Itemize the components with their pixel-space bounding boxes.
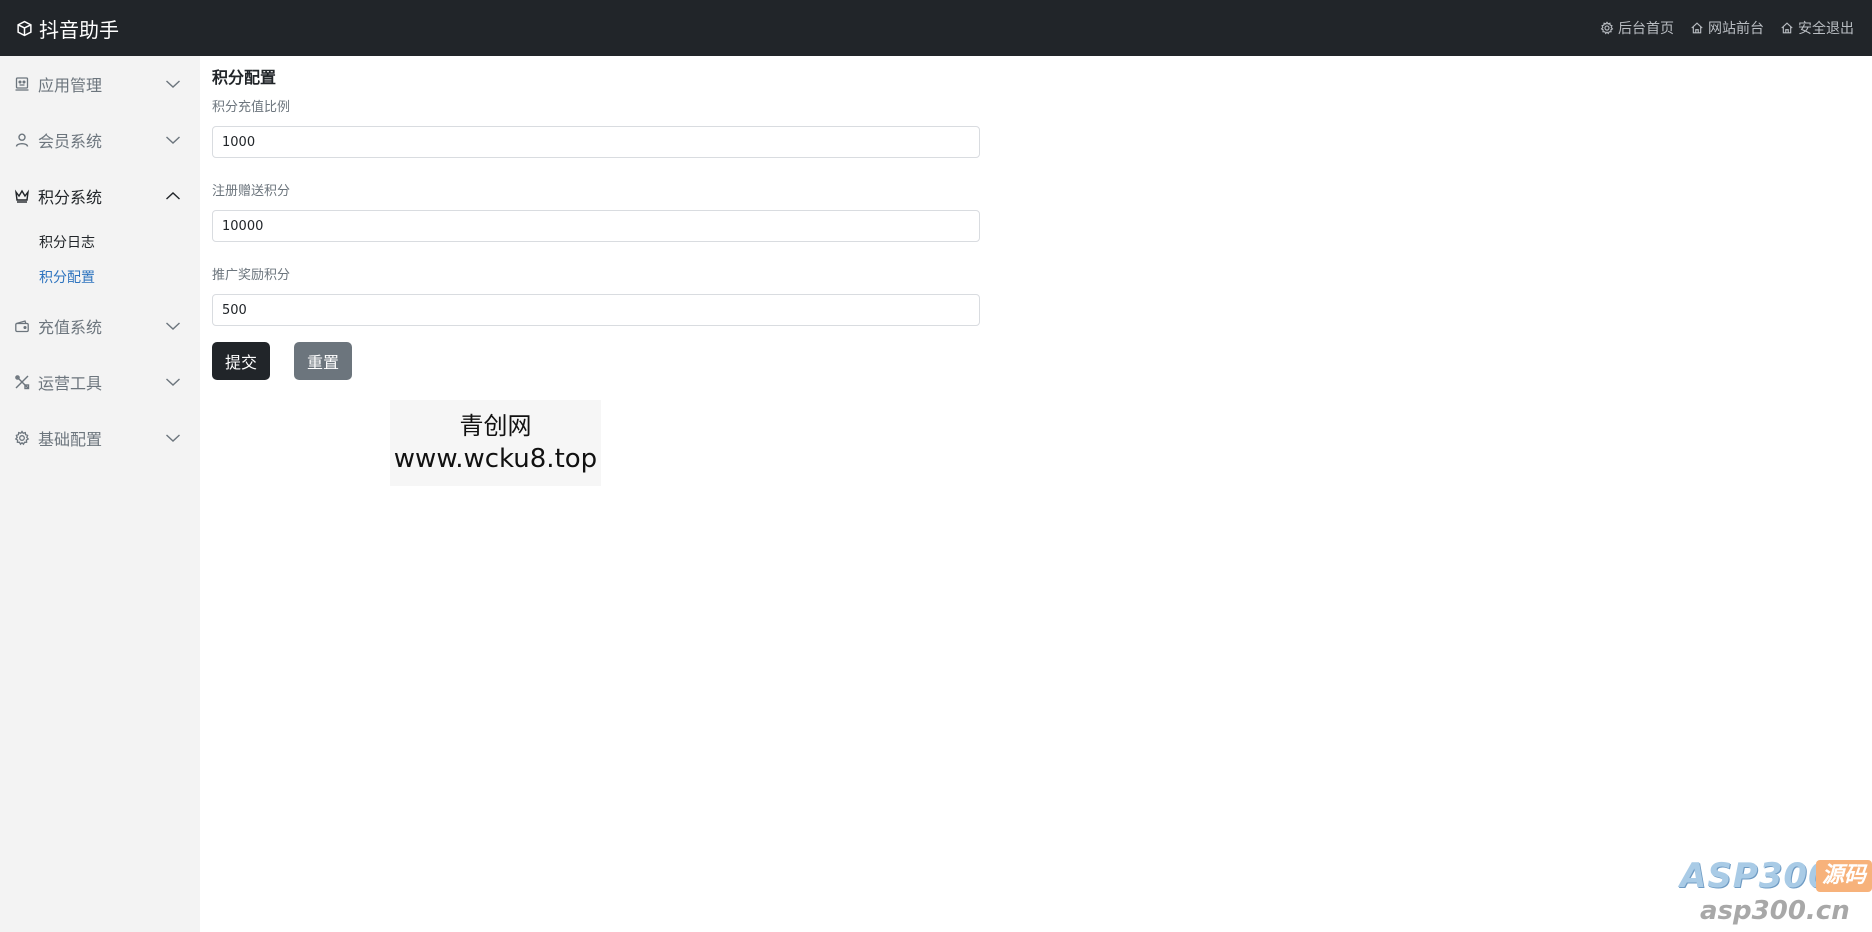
logo-badge: 源码	[1816, 860, 1872, 892]
page-title: 积分配置	[212, 68, 277, 87]
sidebar-group-app-management[interactable]: 应用管理	[0, 56, 200, 112]
sidebar: 应用管理 会员系统 积分系统 积分日志 积分配置 充值系统 运营工具 基础配置	[0, 56, 200, 932]
sidebar-group-label: 会员系统	[38, 132, 103, 151]
sidebar-group-recharge-system[interactable]: 充值系统	[0, 298, 200, 354]
user-icon	[15, 133, 29, 147]
watermark-line2: www.wcku8.top	[393, 444, 598, 474]
points-ratio-label: 积分充值比例	[212, 100, 291, 115]
sidebar-group-label: 运营工具	[38, 374, 103, 393]
admin-home-link[interactable]: 后台首页	[1600, 18, 1674, 38]
admin-home-label: 后台首页	[1618, 21, 1674, 37]
reset-button[interactable]: 重置	[294, 342, 352, 380]
referral-reward-label: 推广奖励积分	[212, 268, 291, 283]
chevron-down-icon	[166, 80, 180, 88]
chevron-down-icon	[166, 434, 180, 442]
logout-link[interactable]: 安全退出	[1780, 18, 1854, 38]
sidebar-group-operation-tools[interactable]: 运营工具	[0, 354, 200, 410]
corner-logo: ASP300 源码 asp300.cn	[1676, 852, 1872, 932]
brand-title: 抖音助手	[39, 17, 119, 42]
sidebar-group-points-system[interactable]: 积分系统	[0, 168, 200, 224]
chevron-up-icon	[166, 192, 180, 200]
sidebar-group-basic-config[interactable]: 基础配置	[0, 410, 200, 466]
cube-icon	[17, 20, 32, 36]
home-icon	[1781, 22, 1793, 34]
brand[interactable]: 抖音助手	[16, 14, 119, 43]
gear-icon	[1600, 21, 1614, 35]
gear-icon	[14, 430, 30, 446]
crown-icon	[14, 189, 30, 203]
home-icon	[1691, 22, 1703, 34]
sidebar-group-label: 充值系统	[38, 318, 103, 337]
watermark-line1: 青创网	[459, 412, 532, 440]
referral-reward-input[interactable]	[212, 294, 980, 326]
register-bonus-label: 注册赠送积分	[212, 184, 291, 199]
chevron-down-icon	[166, 322, 180, 330]
sidebar-group-member-system[interactable]: 会员系统	[0, 112, 200, 168]
submit-button[interactable]: 提交	[212, 342, 270, 380]
site-front-label: 网站前台	[1708, 21, 1764, 37]
sidebar-group-label: 积分系统	[38, 188, 103, 207]
logo-sub-text: asp300.cn	[1700, 896, 1850, 926]
top-navbar: 抖音助手 后台首页 网站前台 安全退出	[0, 0, 1872, 56]
sidebar-item-points-config[interactable]: 积分配置	[0, 259, 200, 294]
watermark: 青创网 www.wcku8.top	[390, 400, 601, 486]
top-links: 后台首页 网站前台 安全退出	[1600, 18, 1854, 38]
form-actions: 提交 重置	[212, 342, 1012, 380]
sidebar-group-label: 基础配置	[38, 430, 103, 449]
register-bonus-input[interactable]	[212, 210, 980, 242]
points-submenu: 积分日志 积分配置	[0, 224, 200, 298]
robot-icon	[15, 77, 29, 91]
wallet-icon	[15, 320, 29, 333]
chevron-down-icon	[166, 378, 180, 386]
points-ratio-input[interactable]	[212, 126, 980, 158]
chevron-down-icon	[166, 136, 180, 144]
tools-icon	[15, 375, 30, 390]
logo-main-text: ASP300	[1680, 856, 1833, 896]
main-content: 积分配置 积分充值比例 注册赠送积分 推广奖励积分 提交 重置	[212, 56, 1012, 380]
site-front-link[interactable]: 网站前台	[1690, 18, 1764, 38]
logout-label: 安全退出	[1798, 21, 1854, 37]
sidebar-group-label: 应用管理	[38, 76, 103, 95]
sidebar-item-points-log[interactable]: 积分日志	[0, 224, 200, 259]
